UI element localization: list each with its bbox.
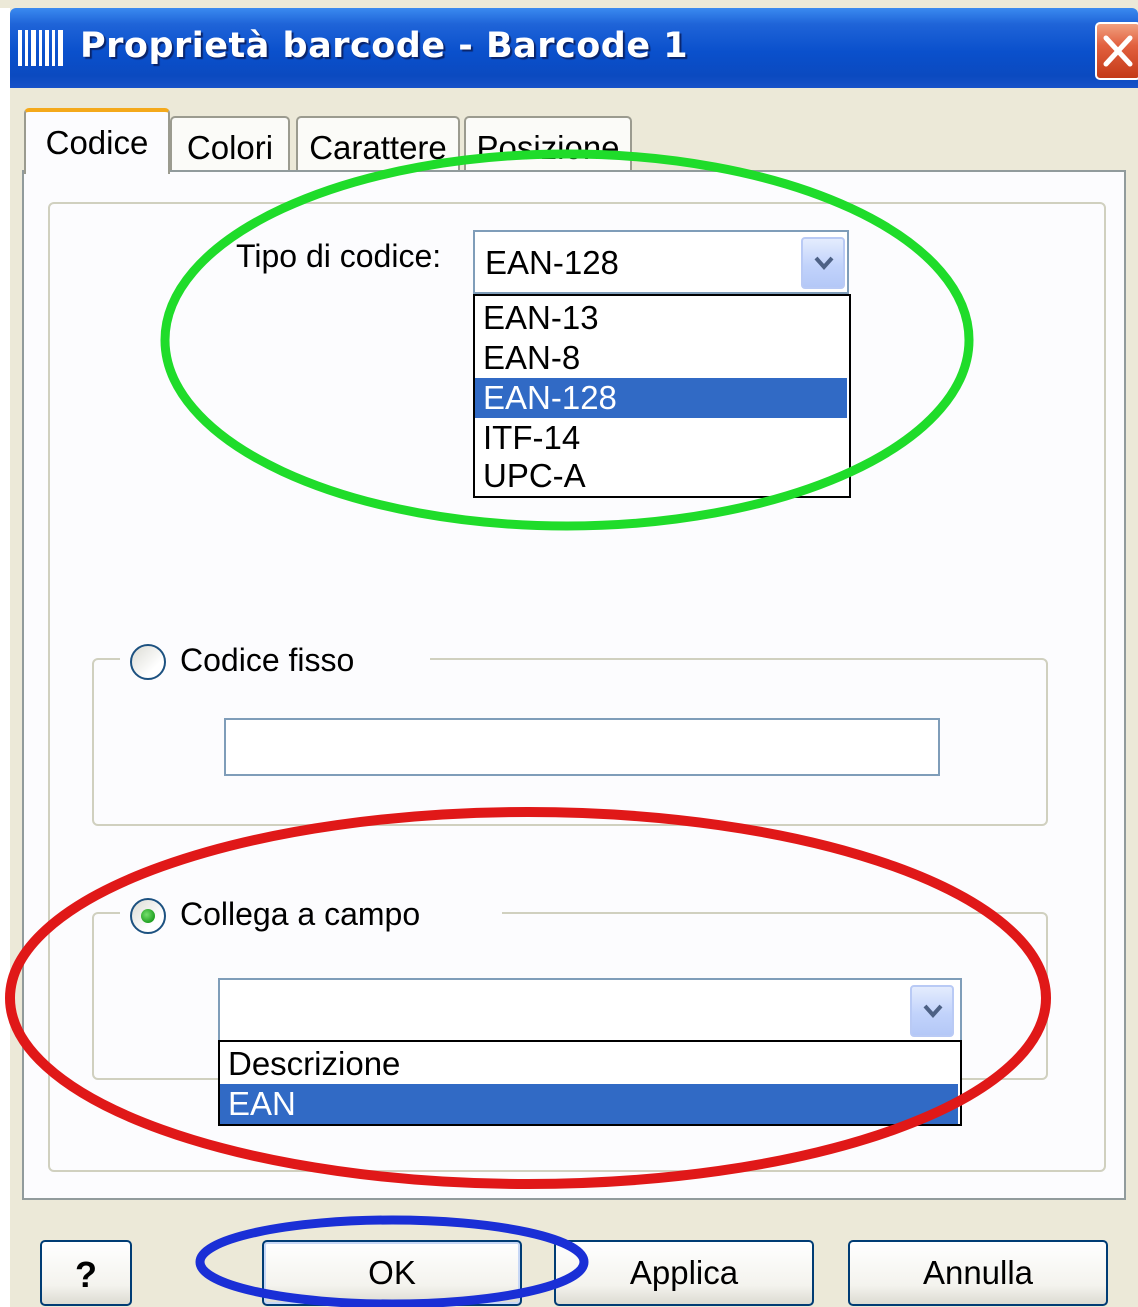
tab-codice-label: Codice: [45, 124, 149, 161]
link-field-dropdown-button[interactable]: [910, 985, 954, 1037]
barcode-icon: [18, 30, 66, 66]
tab-codice[interactable]: Codice: [24, 108, 170, 174]
close-icon: [1103, 35, 1133, 67]
tab-carattere[interactable]: Carattere: [296, 116, 460, 172]
ok-button-label: OK: [368, 1254, 416, 1291]
link-field-options-list: Descrizione EAN: [218, 1040, 962, 1126]
chevron-down-icon: [814, 256, 834, 271]
code-type-select[interactable]: EAN-128: [473, 230, 849, 294]
title-bar[interactable]: Proprietà barcode - Barcode 1: [10, 8, 1138, 88]
code-type-option[interactable]: ITF-14: [475, 418, 847, 458]
window-left-edge: [0, 8, 10, 1307]
tab-colori-label: Colori: [186, 129, 274, 166]
fixed-code-input[interactable]: [224, 718, 940, 776]
barcode-properties-dialog: Proprietà barcode - Barcode 1 Codice Col…: [0, 0, 1138, 1307]
code-type-options-list: EAN-13 EAN-8 EAN-128 ITF-14 UPC-A: [473, 294, 851, 498]
fixed-code-radio[interactable]: [130, 644, 166, 680]
code-type-value: EAN-128: [485, 244, 619, 281]
apply-button-label: Applica: [629, 1254, 739, 1291]
cancel-button[interactable]: Annulla: [848, 1240, 1108, 1306]
radio-selected-dot: [141, 909, 155, 923]
tab-posizione[interactable]: Posizione: [464, 116, 632, 172]
code-type-dropdown-button[interactable]: [801, 237, 845, 289]
code-type-option-selected[interactable]: EAN-128: [475, 378, 847, 418]
link-field-option-selected[interactable]: EAN: [220, 1084, 958, 1124]
tab-carattere-label: Carattere: [309, 129, 447, 166]
chevron-down-icon: [923, 1004, 943, 1019]
link-field-radio[interactable]: [130, 898, 166, 934]
link-field-label[interactable]: Collega a campo: [180, 896, 420, 933]
help-button-label: ?: [75, 1254, 97, 1295]
ok-button[interactable]: OK: [262, 1240, 522, 1306]
window-title: Proprietà barcode - Barcode 1: [80, 26, 689, 66]
tab-colori[interactable]: Colori: [170, 116, 290, 172]
link-field-option[interactable]: Descrizione: [220, 1044, 958, 1084]
code-type-option[interactable]: EAN-13: [475, 298, 847, 338]
fixed-code-label[interactable]: Codice fisso: [180, 642, 354, 679]
apply-button[interactable]: Applica: [554, 1240, 814, 1306]
link-field-select[interactable]: [218, 978, 962, 1042]
tab-posizione-label: Posizione: [476, 129, 620, 166]
close-button[interactable]: [1095, 22, 1138, 80]
code-type-option[interactable]: UPC-A: [475, 456, 847, 496]
cancel-button-label: Annulla: [922, 1254, 1034, 1291]
help-button[interactable]: ?: [40, 1240, 132, 1306]
code-type-label: Tipo di codice:: [236, 238, 442, 274]
code-type-option[interactable]: EAN-8: [475, 338, 847, 378]
